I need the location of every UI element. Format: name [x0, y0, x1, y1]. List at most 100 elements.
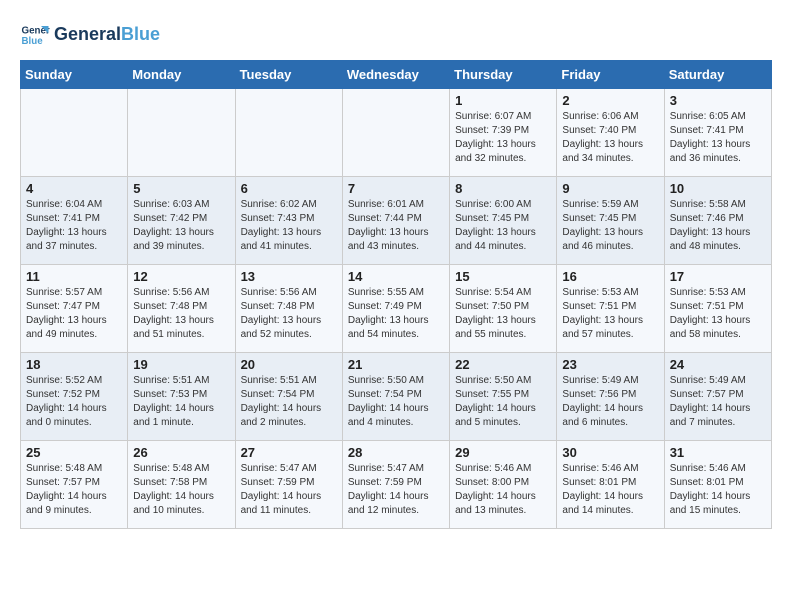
calendar-cell: 3 Sunrise: 6:05 AM Sunset: 7:41 PM Daylig…	[664, 89, 771, 177]
day-info: Sunrise: 5:57 AM Sunset: 7:47 PM Dayligh…	[26, 286, 122, 342]
day-info: Sunrise: 5:59 AM Sunset: 7:45 PM Dayligh…	[562, 198, 658, 254]
calendar-cell: 2 Sunrise: 6:06 AM Sunset: 7:40 PM Daylig…	[557, 89, 664, 177]
calendar-cell: 10 Sunrise: 5:58 AM Sunset: 7:46 PM Dayli…	[664, 177, 771, 265]
day-number: 29	[455, 445, 551, 460]
calendar-table: SundayMondayTuesdayWednesdayThursdayFrid…	[20, 60, 772, 529]
day-info: Sunrise: 6:04 AM Sunset: 7:41 PM Dayligh…	[26, 198, 122, 254]
header-tuesday: Tuesday	[235, 61, 342, 89]
header-saturday: Saturday	[664, 61, 771, 89]
day-info: Sunrise: 5:47 AM Sunset: 7:59 PM Dayligh…	[241, 462, 337, 518]
day-info: Sunrise: 5:54 AM Sunset: 7:50 PM Dayligh…	[455, 286, 551, 342]
calendar-cell: 29 Sunrise: 5:46 AM Sunset: 8:00 PM Dayli…	[450, 441, 557, 529]
calendar-cell: 17 Sunrise: 5:53 AM Sunset: 7:51 PM Dayli…	[664, 265, 771, 353]
calendar-cell: 18 Sunrise: 5:52 AM Sunset: 7:52 PM Dayli…	[21, 353, 128, 441]
calendar-cell	[128, 89, 235, 177]
day-number: 26	[133, 445, 229, 460]
day-info: Sunrise: 5:49 AM Sunset: 7:57 PM Dayligh…	[670, 374, 766, 430]
svg-text:Blue: Blue	[22, 36, 44, 47]
calendar-cell: 12Sunrise: 5:56 AM Sunset: 7:48 PM Dayli…	[128, 265, 235, 353]
day-number: 28	[348, 445, 444, 460]
day-number: 5	[133, 181, 229, 196]
calendar-cell	[342, 89, 449, 177]
calendar-week-row: 1 Sunrise: 6:07 AM Sunset: 7:39 PM Daylig…	[21, 89, 772, 177]
calendar-cell: 21 Sunrise: 5:50 AM Sunset: 7:54 PM Dayli…	[342, 353, 449, 441]
day-info: Sunrise: 6:06 AM Sunset: 7:40 PM Dayligh…	[562, 110, 658, 166]
day-info: Sunrise: 5:56 AM Sunset: 7:48 PM Dayligh…	[241, 286, 337, 342]
calendar-cell: 15 Sunrise: 5:54 AM Sunset: 7:50 PM Dayli…	[450, 265, 557, 353]
calendar-cell: 14 Sunrise: 5:55 AM Sunset: 7:49 PM Dayli…	[342, 265, 449, 353]
calendar-cell: 28Sunrise: 5:47 AM Sunset: 7:59 PM Dayli…	[342, 441, 449, 529]
calendar-cell: 13 Sunrise: 5:56 AM Sunset: 7:48 PM Dayli…	[235, 265, 342, 353]
day-number: 12	[133, 269, 229, 284]
day-number: 2	[562, 93, 658, 108]
day-info: Sunrise: 5:50 AM Sunset: 7:54 PM Dayligh…	[348, 374, 444, 430]
day-number: 18	[26, 357, 122, 372]
calendar-cell: 20 Sunrise: 5:51 AM Sunset: 7:54 PM Dayli…	[235, 353, 342, 441]
header-sunday: Sunday	[21, 61, 128, 89]
calendar-cell	[21, 89, 128, 177]
day-number: 27	[241, 445, 337, 460]
header-friday: Friday	[557, 61, 664, 89]
day-number: 13	[241, 269, 337, 284]
logo: General Blue GeneralBlue	[20, 20, 160, 50]
day-info: Sunrise: 5:51 AM Sunset: 7:53 PM Dayligh…	[133, 374, 229, 430]
day-number: 20	[241, 357, 337, 372]
day-number: 14	[348, 269, 444, 284]
day-number: 23	[562, 357, 658, 372]
calendar-week-row: 4 Sunrise: 6:04 AM Sunset: 7:41 PM Daylig…	[21, 177, 772, 265]
day-info: Sunrise: 5:46 AM Sunset: 8:00 PM Dayligh…	[455, 462, 551, 518]
day-number: 3	[670, 93, 766, 108]
day-number: 8	[455, 181, 551, 196]
logo-icon: General Blue	[20, 20, 50, 50]
day-number: 1	[455, 93, 551, 108]
calendar-cell: 31 Sunrise: 5:46 AM Sunset: 8:01 PM Dayli…	[664, 441, 771, 529]
calendar-cell: 24Sunrise: 5:49 AM Sunset: 7:57 PM Dayli…	[664, 353, 771, 441]
day-info: Sunrise: 5:50 AM Sunset: 7:55 PM Dayligh…	[455, 374, 551, 430]
day-info: Sunrise: 5:52 AM Sunset: 7:52 PM Dayligh…	[26, 374, 122, 430]
calendar-cell: 19Sunrise: 5:51 AM Sunset: 7:53 PM Dayli…	[128, 353, 235, 441]
day-info: Sunrise: 6:07 AM Sunset: 7:39 PM Dayligh…	[455, 110, 551, 166]
day-info: Sunrise: 5:51 AM Sunset: 7:54 PM Dayligh…	[241, 374, 337, 430]
day-number: 17	[670, 269, 766, 284]
calendar-cell: 11Sunrise: 5:57 AM Sunset: 7:47 PM Dayli…	[21, 265, 128, 353]
day-number: 10	[670, 181, 766, 196]
day-number: 15	[455, 269, 551, 284]
day-number: 16	[562, 269, 658, 284]
day-number: 4	[26, 181, 122, 196]
day-info: Sunrise: 6:00 AM Sunset: 7:45 PM Dayligh…	[455, 198, 551, 254]
calendar-cell: 9 Sunrise: 5:59 AM Sunset: 7:45 PM Daylig…	[557, 177, 664, 265]
calendar-cell: 1 Sunrise: 6:07 AM Sunset: 7:39 PM Daylig…	[450, 89, 557, 177]
calendar-cell: 26 Sunrise: 5:48 AM Sunset: 7:58 PM Dayli…	[128, 441, 235, 529]
calendar-cell: 5 Sunrise: 6:03 AM Sunset: 7:42 PM Daylig…	[128, 177, 235, 265]
day-info: Sunrise: 5:48 AM Sunset: 7:58 PM Dayligh…	[133, 462, 229, 518]
calendar-week-row: 25Sunrise: 5:48 AM Sunset: 7:57 PM Dayli…	[21, 441, 772, 529]
day-info: Sunrise: 6:01 AM Sunset: 7:44 PM Dayligh…	[348, 198, 444, 254]
day-info: Sunrise: 6:03 AM Sunset: 7:42 PM Dayligh…	[133, 198, 229, 254]
day-info: Sunrise: 5:58 AM Sunset: 7:46 PM Dayligh…	[670, 198, 766, 254]
calendar-cell: 23Sunrise: 5:49 AM Sunset: 7:56 PM Dayli…	[557, 353, 664, 441]
day-number: 31	[670, 445, 766, 460]
day-info: Sunrise: 5:53 AM Sunset: 7:51 PM Dayligh…	[670, 286, 766, 342]
calendar-week-row: 11Sunrise: 5:57 AM Sunset: 7:47 PM Dayli…	[21, 265, 772, 353]
day-info: Sunrise: 5:55 AM Sunset: 7:49 PM Dayligh…	[348, 286, 444, 342]
header-thursday: Thursday	[450, 61, 557, 89]
calendar-cell: 16Sunrise: 5:53 AM Sunset: 7:51 PM Dayli…	[557, 265, 664, 353]
day-number: 22	[455, 357, 551, 372]
day-number: 6	[241, 181, 337, 196]
page-header: General Blue GeneralBlue	[20, 20, 772, 50]
calendar-cell: 8 Sunrise: 6:00 AM Sunset: 7:45 PM Daylig…	[450, 177, 557, 265]
calendar-cell: 25Sunrise: 5:48 AM Sunset: 7:57 PM Dayli…	[21, 441, 128, 529]
calendar-cell: 30Sunrise: 5:46 AM Sunset: 8:01 PM Dayli…	[557, 441, 664, 529]
calendar-cell	[235, 89, 342, 177]
calendar-header-row: SundayMondayTuesdayWednesdayThursdayFrid…	[21, 61, 772, 89]
day-number: 7	[348, 181, 444, 196]
day-number: 30	[562, 445, 658, 460]
day-info: Sunrise: 6:05 AM Sunset: 7:41 PM Dayligh…	[670, 110, 766, 166]
day-number: 9	[562, 181, 658, 196]
day-number: 21	[348, 357, 444, 372]
logo-text: GeneralBlue	[54, 25, 160, 45]
day-info: Sunrise: 5:48 AM Sunset: 7:57 PM Dayligh…	[26, 462, 122, 518]
day-info: Sunrise: 5:46 AM Sunset: 8:01 PM Dayligh…	[670, 462, 766, 518]
calendar-cell: 22 Sunrise: 5:50 AM Sunset: 7:55 PM Dayli…	[450, 353, 557, 441]
day-info: Sunrise: 6:02 AM Sunset: 7:43 PM Dayligh…	[241, 198, 337, 254]
